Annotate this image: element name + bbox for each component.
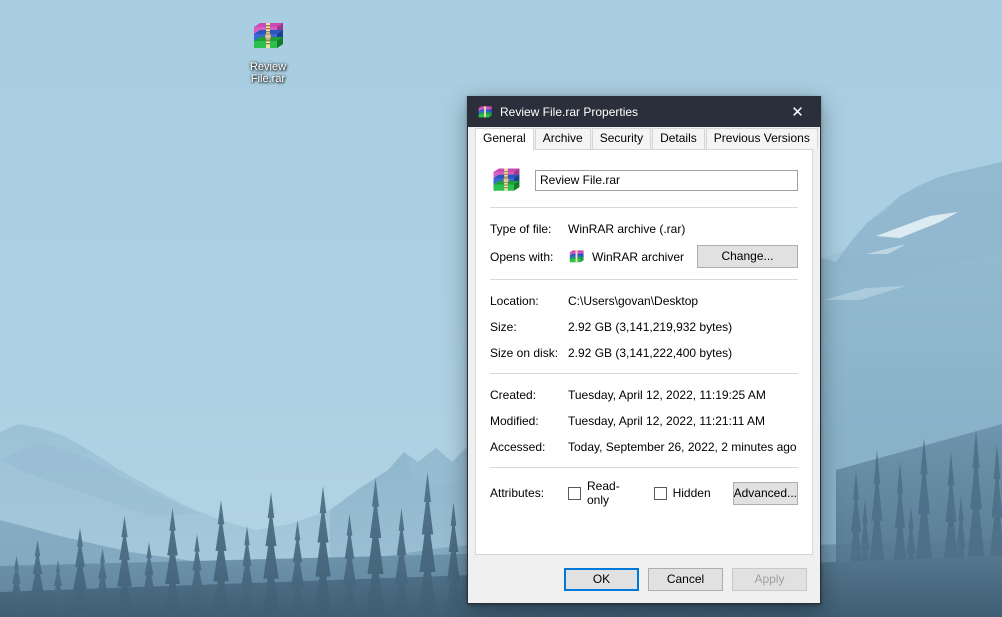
tab-bar[interactable]: General Archive Security Details Previou…	[468, 127, 820, 150]
change-button[interactable]: Change...	[697, 245, 798, 268]
size-label: Size:	[490, 319, 517, 334]
advanced-button[interactable]: Advanced...	[732, 481, 798, 505]
size-on-disk-row: Size on disk: 2.92 GB (3,141,222,400 byt…	[490, 343, 798, 362]
checkbox-box[interactable]	[568, 486, 581, 500]
created-value: Tuesday, April 12, 2022, 11:19:25 AM	[568, 387, 766, 402]
size-on-disk-label: Size on disk:	[490, 345, 559, 360]
tab-details[interactable]: Details	[652, 128, 705, 149]
opens-with-label: Opens with:	[490, 249, 554, 264]
desktop-icon-label-line2: File.rar	[250, 73, 286, 85]
divider	[490, 279, 798, 280]
modified-row: Modified: Tuesday, April 12, 2022, 11:21…	[490, 411, 798, 430]
winrar-archive-icon	[569, 250, 584, 263]
created-row: Created: Tuesday, April 12, 2022, 11:19:…	[490, 385, 798, 404]
winrar-archive-icon	[478, 106, 492, 118]
apply-button: Apply	[732, 567, 807, 591]
attributes-label: Attributes:	[490, 486, 545, 500]
opens-with-row: Opens with: WinRAR archiver Change...	[490, 245, 798, 268]
file-name-row	[490, 162, 798, 196]
accessed-value: Today, September 26, 2022, 2 minutes ago	[568, 439, 797, 454]
readonly-checkbox[interactable]: Read-only	[568, 479, 632, 507]
tab-general[interactable]: General	[475, 128, 534, 150]
tab-security[interactable]: Security	[591, 128, 652, 149]
type-of-file-row: Type of file: WinRAR archive (.rar)	[490, 219, 798, 238]
size-on-disk-value: 2.92 GB (3,141,222,400 bytes)	[568, 345, 733, 360]
location-value: C:\Users\govan\Desktop	[568, 293, 699, 308]
desktop-icon-label-line1: Review	[249, 61, 287, 73]
winrar-archive-icon	[232, 14, 304, 58]
file-name-input[interactable]	[535, 169, 798, 191]
properties-dialog[interactable]: Review File.rar Properties ✕ General Arc…	[467, 96, 821, 604]
type-of-file-value: WinRAR archive (.rar)	[568, 221, 686, 236]
divider	[490, 207, 798, 208]
checkbox-box[interactable]	[653, 486, 667, 500]
opens-with-value: WinRAR archiver	[592, 249, 685, 264]
tab-previous-versions[interactable]: Previous Versions	[705, 128, 818, 149]
created-label: Created:	[490, 387, 537, 402]
readonly-label: Read-only	[587, 479, 620, 507]
cancel-button[interactable]: Cancel	[648, 567, 723, 591]
hidden-checkbox[interactable]: Hidden	[653, 486, 711, 500]
location-row: Location: C:\Users\govan\Desktop	[490, 291, 798, 310]
dialog-title: Review File.rar Properties	[500, 105, 639, 119]
type-of-file-label: Type of file:	[490, 221, 552, 236]
attributes-row: Attributes: Read-only Hidden Advanced...	[490, 479, 798, 507]
dialog-titlebar[interactable]: Review File.rar Properties ✕	[468, 97, 820, 127]
desktop-icon-review-file-rar[interactable]: Review File.rar	[232, 14, 304, 85]
dialog-footer: OK Cancel Apply	[468, 555, 820, 603]
size-row: Size: 2.92 GB (3,141,219,932 bytes)	[490, 317, 798, 336]
close-icon[interactable]: ✕	[775, 97, 820, 127]
tab-archive[interactable]: Archive	[534, 128, 591, 149]
general-tab-panel: Type of file: WinRAR archive (.rar) Open…	[475, 149, 813, 555]
desktop-icon-label: Review File.rar	[232, 61, 304, 85]
accessed-row: Accessed: Today, September 26, 2022, 2 m…	[490, 437, 798, 456]
location-label: Location:	[490, 293, 539, 308]
divider	[490, 373, 798, 374]
desktop[interactable]: Review File.rar Review File.rar Properti…	[0, 0, 1002, 617]
divider	[490, 467, 798, 468]
ok-button[interactable]: OK	[564, 567, 639, 591]
hidden-label: Hidden	[672, 486, 711, 500]
accessed-label: Accessed:	[490, 439, 546, 454]
size-value: 2.92 GB (3,141,219,932 bytes)	[568, 319, 733, 334]
modified-label: Modified:	[490, 413, 539, 428]
winrar-archive-icon	[493, 168, 520, 191]
modified-value: Tuesday, April 12, 2022, 11:21:11 AM	[568, 413, 766, 428]
